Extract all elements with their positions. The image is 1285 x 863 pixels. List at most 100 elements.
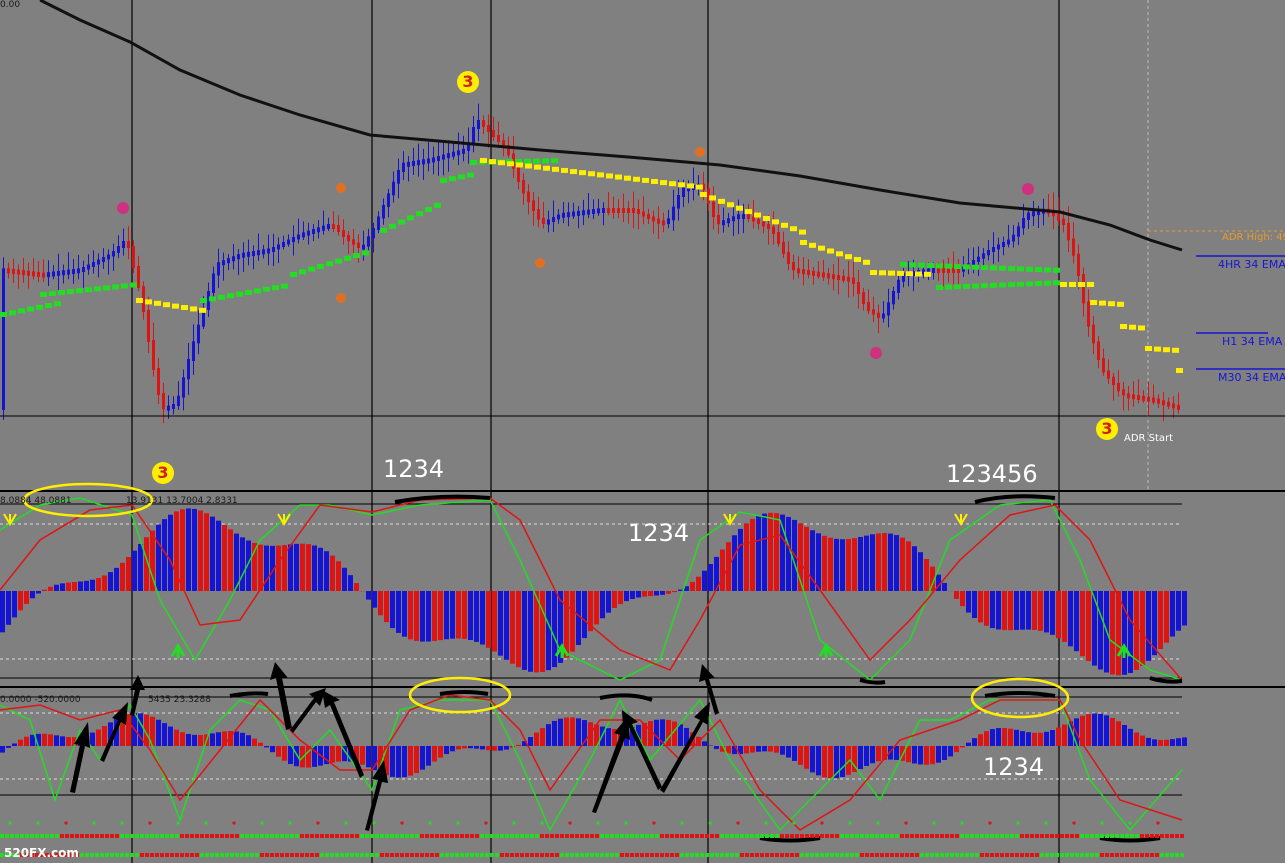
signal-dot bbox=[195, 834, 199, 838]
candle-body bbox=[187, 359, 190, 380]
sr-dot bbox=[870, 270, 877, 275]
histogram-bar bbox=[420, 746, 425, 770]
histogram-bar bbox=[1068, 591, 1073, 647]
signal-dot bbox=[370, 853, 374, 857]
histogram-bar bbox=[258, 544, 263, 591]
candle-body bbox=[742, 214, 745, 219]
signal-dot bbox=[715, 834, 719, 838]
histogram-bar bbox=[252, 738, 257, 746]
histogram-bar bbox=[750, 518, 755, 591]
candle-body bbox=[662, 220, 665, 226]
signal-dot bbox=[840, 834, 844, 838]
signal-dot bbox=[300, 834, 304, 838]
histogram-bar bbox=[1086, 714, 1091, 746]
histogram-bar bbox=[192, 734, 197, 746]
sr-dot bbox=[533, 158, 540, 164]
signal-dot bbox=[1070, 834, 1074, 838]
signal-dot bbox=[835, 853, 839, 857]
signal-dot bbox=[275, 834, 279, 838]
histogram-bar bbox=[744, 746, 749, 754]
signal-dot bbox=[705, 853, 709, 857]
signal-dot bbox=[390, 853, 394, 857]
histogram-bar bbox=[12, 743, 17, 746]
count-label-top: 1234 bbox=[383, 455, 445, 483]
candle-body bbox=[942, 268, 945, 273]
candle-body bbox=[992, 247, 995, 252]
signal-dot bbox=[475, 853, 479, 857]
signal-dot bbox=[130, 834, 134, 838]
signal-dot bbox=[790, 853, 794, 857]
sr-dot bbox=[449, 176, 456, 182]
signal-dot bbox=[652, 821, 656, 825]
sr-dot bbox=[498, 160, 505, 166]
histogram-bar bbox=[102, 726, 107, 746]
signal-dot bbox=[640, 853, 644, 857]
candle-body bbox=[477, 120, 480, 129]
signal-dot bbox=[880, 834, 884, 838]
candle-body bbox=[122, 241, 125, 248]
histogram-bar bbox=[978, 734, 983, 746]
signal-dot bbox=[225, 853, 229, 857]
signal-dot bbox=[140, 853, 144, 857]
candle-body bbox=[1127, 393, 1130, 399]
signal-dot bbox=[590, 834, 594, 838]
signal-dot bbox=[210, 853, 214, 857]
signal-dot bbox=[395, 834, 399, 838]
signal-dot bbox=[415, 853, 419, 857]
histogram-bar bbox=[0, 746, 5, 753]
candle-body bbox=[117, 246, 120, 253]
candle-body bbox=[812, 270, 815, 276]
signal-dot bbox=[1080, 853, 1084, 857]
candle-body bbox=[112, 251, 115, 257]
signal-dot bbox=[895, 834, 899, 838]
histogram-bar bbox=[1050, 591, 1055, 635]
histogram-bar bbox=[264, 746, 269, 748]
signal-dot bbox=[1016, 821, 1020, 825]
sr-dot bbox=[281, 283, 288, 289]
histogram-bar bbox=[804, 746, 809, 769]
histogram-bar bbox=[138, 713, 143, 746]
signal-strips bbox=[0, 821, 1184, 857]
signal-dot bbox=[988, 821, 992, 825]
candle-body bbox=[12, 268, 15, 274]
signal-dot bbox=[605, 853, 609, 857]
signal-dot bbox=[1025, 834, 1029, 838]
sr-dot bbox=[854, 256, 861, 262]
signal-dot bbox=[540, 834, 544, 838]
sr-dot bbox=[954, 284, 961, 290]
histogram-bar bbox=[324, 551, 329, 591]
sr-dot bbox=[45, 303, 52, 308]
signal-dot bbox=[575, 853, 579, 857]
sr-dot bbox=[1172, 347, 1179, 353]
histogram-bar bbox=[828, 746, 833, 779]
sr-dot bbox=[94, 286, 101, 292]
candle-body bbox=[877, 312, 880, 318]
histogram-bar bbox=[96, 729, 101, 746]
histogram-bar bbox=[924, 559, 929, 591]
signal-dot bbox=[176, 821, 180, 825]
histogram-bar bbox=[810, 746, 815, 773]
signal-dot bbox=[1125, 834, 1129, 838]
histogram-bar bbox=[576, 718, 581, 746]
signal-dot bbox=[770, 834, 774, 838]
signal-dot bbox=[915, 834, 919, 838]
signal-dot bbox=[470, 834, 474, 838]
signal-dot bbox=[1055, 853, 1059, 857]
histogram-bar bbox=[480, 746, 485, 750]
sr-dot bbox=[40, 292, 47, 297]
histogram-bar bbox=[186, 508, 191, 591]
signal-dot bbox=[135, 834, 139, 838]
sr-dot bbox=[879, 270, 886, 276]
signal-dot bbox=[165, 834, 169, 838]
watermark-logo: 520FX.com bbox=[4, 846, 79, 860]
histogram-bar bbox=[774, 513, 779, 591]
signal-dot bbox=[225, 834, 229, 838]
sr-dot bbox=[145, 299, 152, 305]
signal-dot bbox=[15, 834, 19, 838]
oscillator-2-header: 0.0000 -520.0000 bbox=[0, 695, 81, 705]
trading-chart[interactable] bbox=[0, 0, 1285, 863]
histogram-bar bbox=[990, 591, 995, 629]
candle-body bbox=[1007, 239, 1010, 245]
signal-dot bbox=[870, 834, 874, 838]
sr-dot bbox=[727, 202, 734, 208]
